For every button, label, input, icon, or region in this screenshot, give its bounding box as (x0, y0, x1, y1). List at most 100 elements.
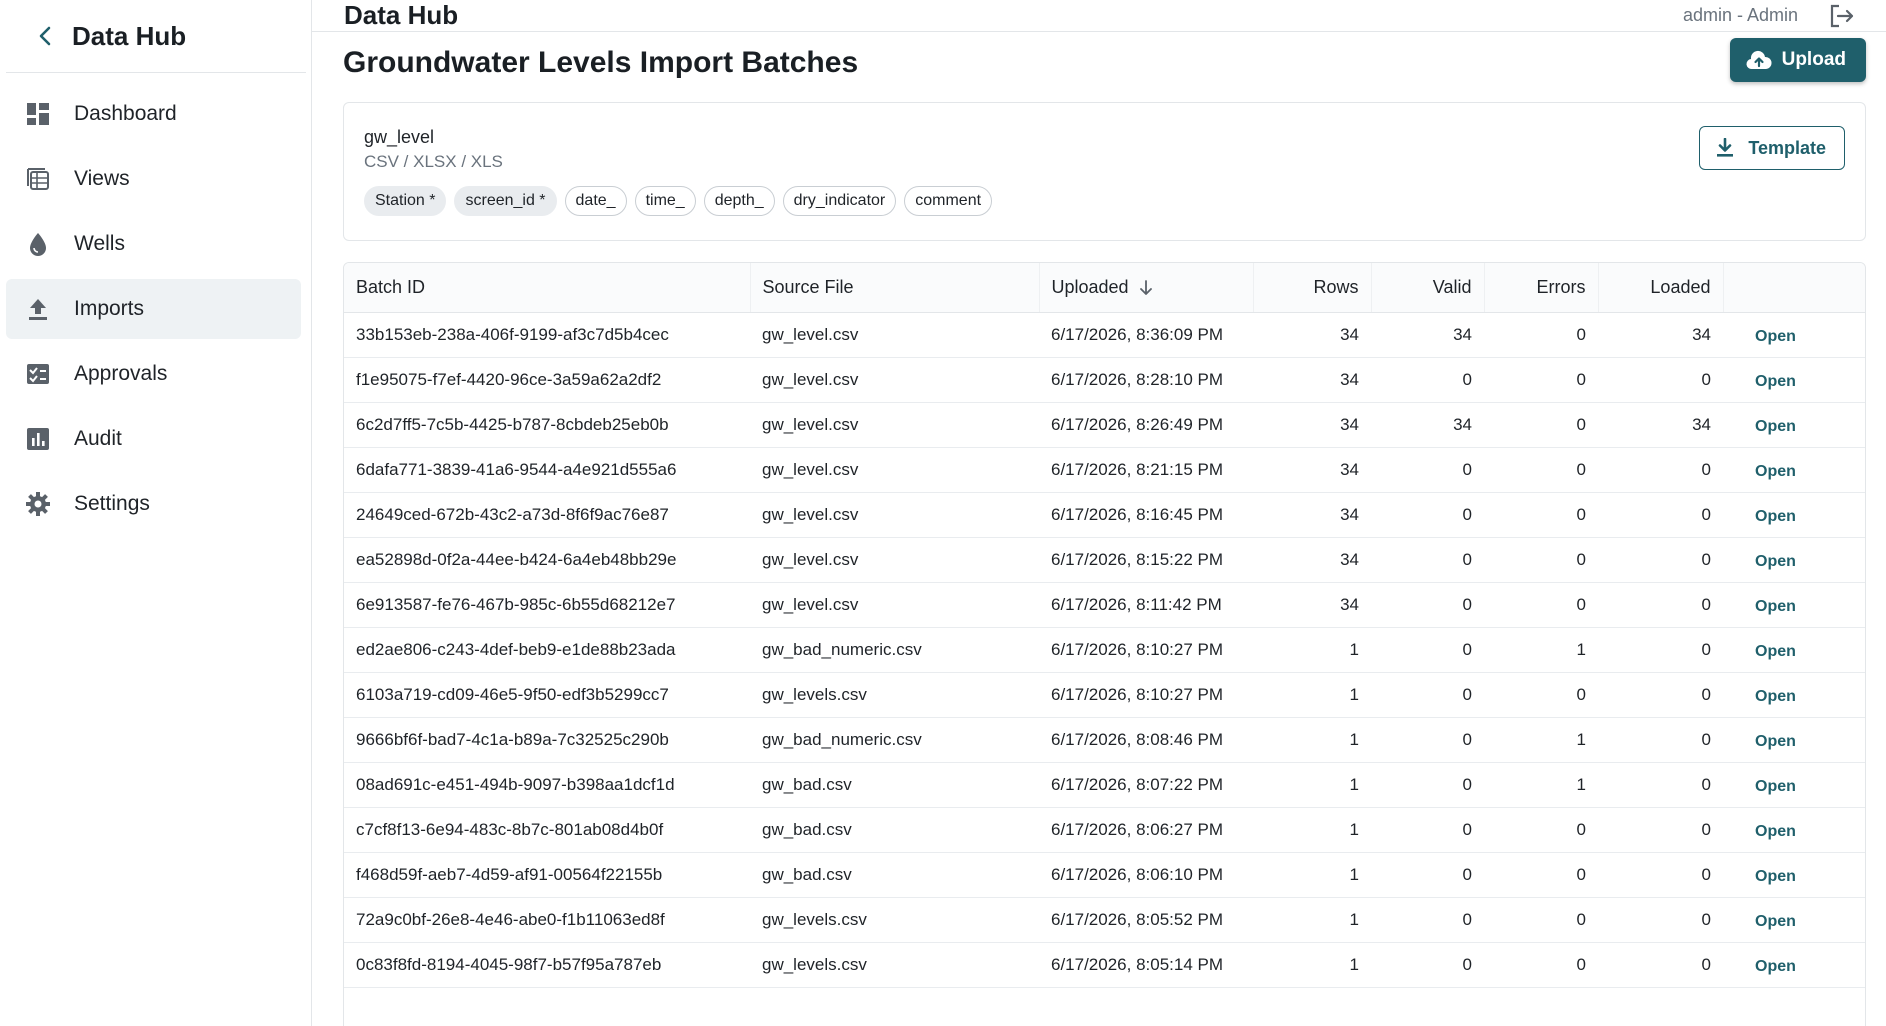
batch-id-cell: c7cf8f13-6e94-483c-8b7c-801ab08d4b0f (344, 807, 750, 853)
logout-icon[interactable] (1828, 2, 1856, 30)
column-header-loaded[interactable]: Loaded (1597, 263, 1723, 313)
cloud-upload-icon (1746, 50, 1772, 70)
open-cell: Open (1723, 897, 1865, 943)
open-cell: Open (1723, 447, 1865, 493)
source-file-cell: gw_level.csv (750, 582, 1039, 628)
uploaded-cell: 6/17/2026, 8:10:27 PM (1039, 627, 1253, 673)
uploaded-cell: 6/17/2026, 8:36:09 PM (1039, 312, 1253, 358)
open-link[interactable]: Open (1735, 733, 1796, 751)
column-header-source-file[interactable]: Source File (749, 263, 1039, 313)
sidebar-nav: Dashboard Views Wells Imports Approvals … (0, 73, 311, 534)
page-title: Groundwater Levels Import Batches (343, 46, 859, 79)
rows-cell: 34 (1253, 312, 1371, 358)
column-header-valid[interactable]: Valid (1370, 263, 1484, 313)
sidebar-item-label: Views (74, 167, 130, 190)
sidebar-item-views[interactable]: Views (6, 149, 301, 209)
open-link[interactable]: Open (1735, 913, 1796, 931)
valid-cell: 0 (1371, 537, 1484, 583)
loaded-cell: 0 (1598, 672, 1723, 718)
sidebar-item-approvals[interactable]: Approvals (6, 344, 301, 404)
sidebar-item-label: Imports (74, 297, 145, 320)
open-link[interactable]: Open (1735, 418, 1796, 436)
valid-cell: 0 (1371, 807, 1484, 853)
valid-cell: 0 (1371, 897, 1484, 943)
loaded-cell: 0 (1598, 942, 1723, 988)
approval-icon (24, 360, 52, 388)
source-file-cell: gw_bad_numeric.csv (750, 627, 1039, 673)
batch-id-cell: 24649ced-672b-43c2-a73d-8f6f9ac76e87 (344, 492, 750, 538)
open-link[interactable]: Open (1735, 688, 1796, 706)
valid-cell: 0 (1371, 852, 1484, 898)
sidebar: Data Hub Dashboard Views Wells Imports A… (0, 0, 312, 1026)
column-header-label: Uploaded (1051, 276, 1129, 297)
open-cell: Open (1723, 762, 1865, 808)
uploaded-cell: 6/17/2026, 8:08:46 PM (1039, 717, 1253, 763)
table-row: f1e95075-f7ef-4420-96ce-3a59a62a2df2 gw_l… (344, 357, 1865, 403)
column-header-uploaded[interactable]: Uploaded (1038, 263, 1253, 313)
errors-cell: 1 (1484, 717, 1598, 763)
valid-cell: 34 (1371, 312, 1484, 358)
dashboard-icon (24, 100, 52, 128)
batch-id-cell: ea52898d-0f2a-44ee-b424-6a4eb48bb29e (344, 537, 750, 583)
sidebar-item-audit[interactable]: Audit (6, 409, 301, 469)
source-file-cell: gw_level.csv (750, 537, 1039, 583)
content: Groundwater Levels Import Batches Upload… (312, 32, 1886, 1026)
uploaded-cell: 6/17/2026, 8:07:22 PM (1039, 762, 1253, 808)
column-header-rows[interactable]: Rows (1252, 263, 1371, 313)
source-file-cell: gw_bad_numeric.csv (750, 717, 1039, 763)
field-chip: comment (904, 186, 993, 216)
open-cell: Open (1723, 312, 1865, 358)
batch-id-cell: ed2ae806-c243-4def-beb9-e1de88b23ada (344, 627, 750, 673)
template-button-label: Template (1748, 137, 1826, 158)
source-file-cell: gw_levels.csv (750, 942, 1039, 988)
open-link[interactable]: Open (1735, 868, 1796, 886)
field-chip: date_ (564, 186, 627, 216)
column-header-batch-id[interactable]: Batch ID (344, 263, 750, 313)
open-link[interactable]: Open (1735, 823, 1796, 841)
open-link[interactable]: Open (1735, 643, 1796, 661)
topbar: Data Hub admin - Admin (312, 0, 1886, 32)
chevron-left-icon[interactable] (34, 25, 56, 47)
open-link[interactable]: Open (1735, 958, 1796, 976)
errors-cell: 0 (1484, 807, 1598, 853)
sidebar-item-wells[interactable]: Wells (6, 214, 301, 274)
sidebar-item-settings[interactable]: Settings (6, 474, 301, 534)
table-row: c7cf8f13-6e94-483c-8b7c-801ab08d4b0f gw_b… (344, 807, 1865, 853)
arrow-down-icon (1139, 280, 1153, 296)
gear-icon (24, 490, 52, 518)
topbar-right: admin - Admin (1683, 2, 1856, 30)
valid-cell: 0 (1371, 582, 1484, 628)
table-row: 33b153eb-238a-406f-9199-af3c7d5b4cec gw_l… (344, 312, 1865, 358)
source-file-cell: gw_bad.csv (750, 807, 1039, 853)
source-file-cell: gw_level.csv (750, 357, 1039, 403)
table-row: 08ad691c-e451-494b-9097-b398aa1dcf1d gw_b… (344, 762, 1865, 808)
open-link[interactable]: Open (1735, 598, 1796, 616)
errors-cell: 0 (1484, 942, 1598, 988)
field-chip: dry_indicator (782, 186, 897, 216)
uploaded-cell: 6/17/2026, 8:05:52 PM (1039, 897, 1253, 943)
open-cell: Open (1723, 402, 1865, 448)
app-title: Data Hub (344, 0, 459, 30)
upload-button[interactable]: Upload (1729, 38, 1866, 82)
open-link[interactable]: Open (1735, 328, 1796, 346)
rows-cell: 34 (1253, 582, 1371, 628)
open-link[interactable]: Open (1735, 463, 1796, 481)
upload-icon (24, 295, 52, 323)
sidebar-item-imports[interactable]: Imports (6, 279, 301, 339)
loaded-cell: 0 (1598, 537, 1723, 583)
open-link[interactable]: Open (1735, 553, 1796, 571)
schema-name: gw_level (364, 127, 435, 147)
open-link[interactable]: Open (1735, 778, 1796, 796)
open-link[interactable]: Open (1735, 373, 1796, 391)
sidebar-item-dashboard[interactable]: Dashboard (6, 84, 301, 144)
chart-icon (24, 425, 52, 453)
template-button[interactable]: Template (1699, 126, 1845, 170)
column-header-errors[interactable]: Errors (1483, 263, 1598, 313)
source-file-cell: gw_bad.csv (750, 762, 1039, 808)
open-link[interactable]: Open (1735, 508, 1796, 526)
table-row: 6e913587-fe76-467b-985c-6b55d68212e7 gw_l… (344, 582, 1865, 628)
column-header-actions (1722, 263, 1865, 313)
rows-cell: 1 (1253, 897, 1371, 943)
uploaded-cell: 6/17/2026, 8:28:10 PM (1039, 357, 1253, 403)
table-row: 72a9c0bf-26e8-4e46-abe0-f1b11063ed8f gw_l… (344, 897, 1865, 943)
